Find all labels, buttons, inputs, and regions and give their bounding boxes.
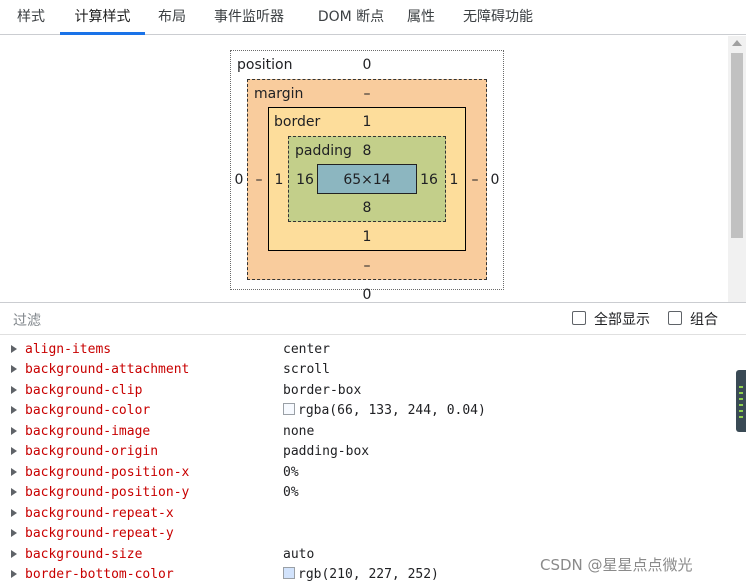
property-name: background-size bbox=[25, 547, 143, 562]
property-row[interactable]: background-position-y 0% bbox=[0, 484, 736, 504]
property-value: center bbox=[283, 342, 330, 357]
scrollbar-thumb[interactable] bbox=[731, 53, 743, 238]
group-checkbox[interactable] bbox=[668, 311, 682, 325]
property-row[interactable]: background-origin padding-box bbox=[0, 443, 736, 463]
filter-input[interactable]: 过滤 bbox=[13, 310, 41, 330]
border-bottom-value[interactable]: 1 bbox=[357, 229, 377, 245]
color-value-text: rgb(210, 227, 252) bbox=[298, 567, 439, 582]
property-value: padding-box bbox=[283, 444, 370, 459]
watermark: CSDN @星星点点微光 bbox=[540, 556, 693, 574]
scroll-up-arrow-icon[interactable] bbox=[732, 40, 742, 46]
expand-triangle-icon[interactable] bbox=[11, 468, 17, 476]
margin-top-value[interactable]: – bbox=[357, 86, 377, 102]
color-swatch[interactable] bbox=[283, 403, 295, 415]
expand-triangle-icon[interactable] bbox=[11, 509, 17, 517]
margin-bottom-value[interactable]: – bbox=[357, 258, 377, 274]
property-name: background-color bbox=[25, 403, 151, 418]
property-name: background-repeat-x bbox=[25, 506, 174, 521]
property-row[interactable]: align-items center bbox=[0, 341, 736, 361]
property-name: align-items bbox=[25, 342, 112, 357]
property-name: background-origin bbox=[25, 444, 159, 459]
property-row[interactable]: background-repeat-x bbox=[0, 505, 736, 525]
property-row[interactable]: background-clip border-box bbox=[0, 382, 736, 402]
property-value: none bbox=[283, 424, 315, 439]
padding-right-value[interactable]: 16 bbox=[418, 172, 440, 188]
property-row[interactable]: background-position-x 0% bbox=[0, 464, 736, 484]
padding-left-value[interactable]: 16 bbox=[294, 172, 316, 188]
property-value: rgba(66, 133, 244, 0.04) bbox=[283, 403, 486, 418]
position-top-value[interactable]: 0 bbox=[357, 57, 377, 73]
color-value-text: rgba(66, 133, 244, 0.04) bbox=[298, 403, 486, 418]
expand-triangle-icon[interactable] bbox=[11, 427, 17, 435]
property-name: background-position-x bbox=[25, 465, 190, 480]
property-name: background-attachment bbox=[25, 362, 190, 377]
property-row[interactable]: background-repeat-y bbox=[0, 525, 736, 545]
property-value: border-box bbox=[283, 383, 362, 398]
border-label: border bbox=[274, 114, 321, 130]
property-name: background-clip bbox=[25, 383, 143, 398]
margin-right-value[interactable]: – bbox=[469, 172, 481, 188]
expand-triangle-icon[interactable] bbox=[11, 345, 17, 353]
tab-computed[interactable]: 计算样式 bbox=[60, 0, 145, 35]
border-top-value[interactable]: 1 bbox=[357, 114, 377, 130]
padding-bottom-value[interactable]: 8 bbox=[357, 200, 377, 216]
tab-styles[interactable]: 样式 bbox=[6, 0, 56, 35]
expand-triangle-icon[interactable] bbox=[11, 550, 17, 558]
tab-dom-breakpoints[interactable]: DOM 断点 bbox=[303, 0, 399, 35]
position-label: position bbox=[237, 57, 293, 73]
position-bottom-value[interactable]: 0 bbox=[357, 287, 377, 303]
property-value: scroll bbox=[283, 362, 330, 377]
tab-layout[interactable]: 布局 bbox=[148, 0, 196, 35]
filter-toolbar: 过滤 全部显示 组合 bbox=[0, 303, 746, 335]
expand-triangle-icon[interactable] bbox=[11, 570, 17, 578]
margin-left-value[interactable]: – bbox=[253, 172, 265, 188]
border-right-value[interactable]: 1 bbox=[448, 172, 460, 188]
border-left-value[interactable]: 1 bbox=[273, 172, 285, 188]
color-swatch[interactable] bbox=[283, 567, 295, 579]
devtools-tabbar: 样式 计算样式 布局 事件监听器 DOM 断点 属性 无障碍功能 bbox=[0, 0, 746, 35]
expand-triangle-icon[interactable] bbox=[11, 447, 17, 455]
property-value: auto bbox=[283, 547, 315, 562]
padding-label: padding bbox=[295, 143, 352, 159]
property-name: background-position-y bbox=[25, 485, 190, 500]
property-row[interactable]: background-color rgba(66, 133, 244, 0.04… bbox=[0, 402, 736, 422]
position-left-value[interactable]: 0 bbox=[233, 172, 245, 188]
property-name: background-repeat-y bbox=[25, 526, 174, 541]
show-all-label[interactable]: 全部显示 bbox=[594, 309, 650, 329]
margin-label: margin bbox=[254, 86, 304, 102]
padding-top-value[interactable]: 8 bbox=[357, 143, 377, 159]
property-name: background-image bbox=[25, 424, 151, 439]
property-row[interactable]: background-attachment scroll bbox=[0, 361, 736, 381]
expand-triangle-icon[interactable] bbox=[11, 488, 17, 496]
content-size-value[interactable]: 65×14 bbox=[317, 172, 417, 188]
expand-triangle-icon[interactable] bbox=[11, 386, 17, 394]
box-model-panel: position margin border padding 0 0 0 0 –… bbox=[5, 36, 727, 303]
group-label[interactable]: 组合 bbox=[690, 309, 718, 329]
property-value: 0% bbox=[283, 465, 299, 480]
expand-triangle-icon[interactable] bbox=[11, 529, 17, 537]
property-value: 0% bbox=[283, 485, 299, 500]
show-all-checkbox[interactable] bbox=[572, 311, 586, 325]
property-row[interactable]: background-image none bbox=[0, 423, 736, 443]
tab-event-listeners[interactable]: 事件监听器 bbox=[203, 0, 295, 35]
tab-accessibility[interactable]: 无障碍功能 bbox=[452, 0, 544, 35]
expand-triangle-icon[interactable] bbox=[11, 365, 17, 373]
property-value: rgb(210, 227, 252) bbox=[283, 567, 439, 582]
property-name: border-bottom-color bbox=[25, 567, 174, 582]
position-right-value[interactable]: 0 bbox=[489, 172, 501, 188]
expand-triangle-icon[interactable] bbox=[11, 406, 17, 414]
tab-properties[interactable]: 属性 bbox=[400, 0, 442, 35]
scroll-position-indicator[interactable] bbox=[736, 370, 746, 432]
box-model-scrollbar[interactable] bbox=[728, 36, 746, 302]
